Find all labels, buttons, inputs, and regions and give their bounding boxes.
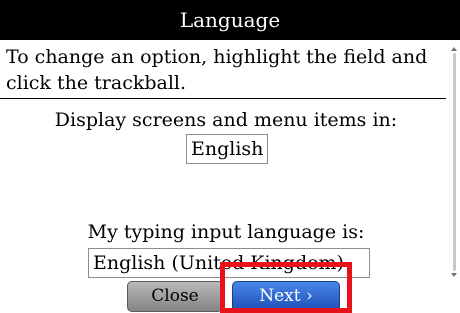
window-title: Language bbox=[179, 8, 281, 32]
scroll-down-arrow-icon bbox=[451, 273, 457, 277]
instructions-divider bbox=[0, 98, 446, 99]
typing-language-value: English (United Kingdom) bbox=[93, 252, 344, 274]
options-panel: To change an option, highlight the field… bbox=[0, 40, 452, 313]
instructions-text: To change an option, highlight the field… bbox=[6, 46, 428, 94]
typing-language-field[interactable]: English (United Kingdom) bbox=[88, 248, 370, 278]
scroll-track bbox=[453, 53, 456, 271]
close-button[interactable]: Close bbox=[127, 281, 223, 312]
display-language-field[interactable]: English bbox=[186, 134, 268, 164]
typing-language-label: My typing input language is: bbox=[87, 221, 365, 243]
display-language-value: English bbox=[191, 138, 264, 160]
display-language-label: Display screens and menu items in: bbox=[54, 109, 398, 131]
window-title-bar: Language bbox=[0, 0, 460, 40]
scroll-up-arrow-icon bbox=[451, 47, 457, 51]
next-button[interactable]: Next › bbox=[232, 281, 340, 312]
vertical-scrollbar[interactable] bbox=[451, 47, 458, 277]
